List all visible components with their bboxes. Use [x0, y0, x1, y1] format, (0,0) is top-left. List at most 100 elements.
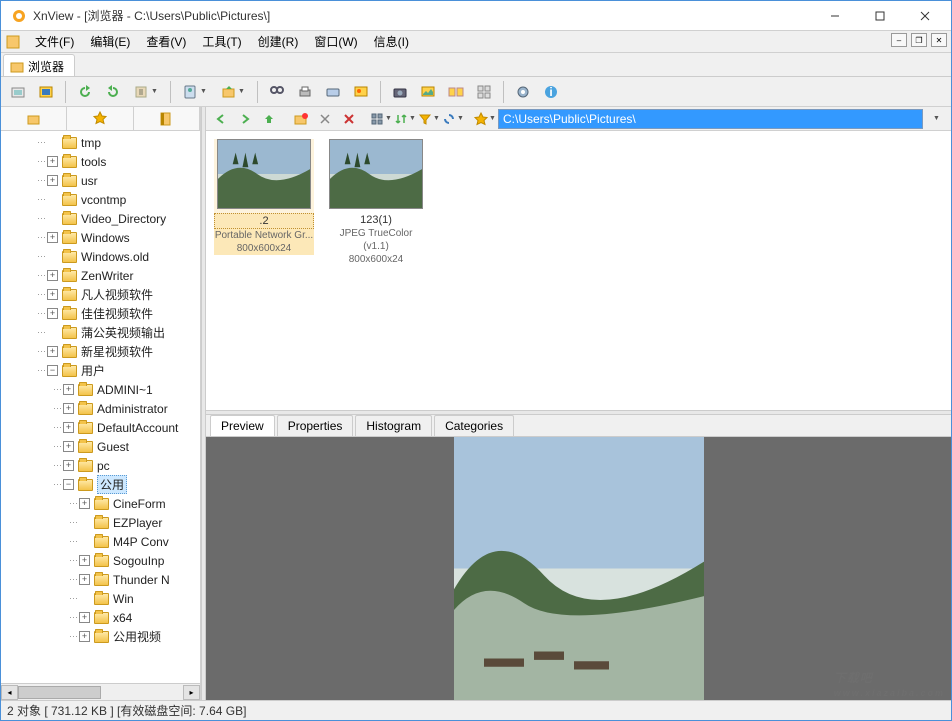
- minimize-button[interactable]: [812, 2, 857, 30]
- export-button[interactable]: ▼: [215, 79, 251, 105]
- tree-item[interactable]: ⋯+CineForm: [1, 494, 200, 513]
- tree-item[interactable]: ⋯+ADMINI~1: [1, 380, 200, 399]
- tree-item[interactable]: ⋯+ZenWriter: [1, 266, 200, 285]
- sidebar-tab-favorites[interactable]: [67, 107, 133, 130]
- tree-item[interactable]: ⋯+x64: [1, 608, 200, 627]
- tab-preview[interactable]: Preview: [210, 415, 275, 436]
- mdi-close-button[interactable]: ✕: [931, 33, 947, 47]
- mdi-minimize-button[interactable]: ‒: [891, 33, 907, 47]
- sort-button[interactable]: ▼: [394, 109, 416, 129]
- close-button[interactable]: [902, 2, 947, 30]
- search-button[interactable]: [264, 79, 290, 105]
- tree-item[interactable]: ⋯+SogouInp: [1, 551, 200, 570]
- expand-icon[interactable]: +: [47, 232, 58, 243]
- expand-icon[interactable]: +: [79, 498, 90, 509]
- address-dropdown-button[interactable]: ▼: [925, 109, 947, 129]
- settings-button[interactable]: [510, 79, 536, 105]
- cut-button[interactable]: [314, 109, 336, 129]
- sync-button[interactable]: ▼: [442, 109, 464, 129]
- mdi-restore-button[interactable]: ❐: [911, 33, 927, 47]
- tree-item[interactable]: ⋯−公用: [1, 475, 200, 494]
- tab-histogram[interactable]: Histogram: [355, 415, 432, 436]
- expand-icon[interactable]: +: [47, 308, 58, 319]
- tree-item[interactable]: ⋯vcontmp: [1, 190, 200, 209]
- menu-tools[interactable]: 工具(T): [194, 31, 249, 52]
- expand-icon[interactable]: +: [79, 612, 90, 623]
- sidebar-tab-folders[interactable]: [1, 107, 67, 130]
- tree-item[interactable]: ⋯Windows.old: [1, 247, 200, 266]
- scroll-left-button[interactable]: ◂: [1, 685, 18, 700]
- new-folder-button[interactable]: [290, 109, 312, 129]
- tab-properties[interactable]: Properties: [277, 415, 354, 436]
- fullscreen-button[interactable]: [33, 79, 59, 105]
- menu-window[interactable]: 窗口(W): [306, 31, 365, 52]
- nav-up-button[interactable]: [258, 109, 280, 129]
- open-button[interactable]: [5, 79, 31, 105]
- tree-item[interactable]: ⋯+凡人视频软件: [1, 285, 200, 304]
- compare-button[interactable]: [443, 79, 469, 105]
- filter-button[interactable]: ▼: [418, 109, 440, 129]
- slideshow-button[interactable]: [348, 79, 374, 105]
- folder-tree[interactable]: ⋯tmp⋯+tools⋯+usr⋯vcontmp⋯Video_Directory…: [1, 131, 200, 683]
- collapse-icon[interactable]: −: [63, 479, 74, 490]
- expand-icon[interactable]: +: [63, 460, 74, 471]
- history-button[interactable]: ▼: [128, 79, 164, 105]
- tree-item[interactable]: ⋯+Windows: [1, 228, 200, 247]
- menu-create[interactable]: 创建(R): [250, 31, 307, 52]
- grid-button[interactable]: [471, 79, 497, 105]
- tree-item[interactable]: ⋯+tools: [1, 152, 200, 171]
- tree-item[interactable]: ⋯Video_Directory: [1, 209, 200, 228]
- tree-hscrollbar[interactable]: ◂ ▸: [1, 683, 200, 700]
- menu-view[interactable]: 查看(V): [138, 31, 194, 52]
- expand-icon[interactable]: +: [79, 555, 90, 566]
- info-button[interactable]: i: [538, 79, 564, 105]
- wallpaper-button[interactable]: [415, 79, 441, 105]
- thumbnail-view[interactable]: .2Portable Network Gr...800x600x24123(1)…: [206, 131, 951, 410]
- expand-icon[interactable]: +: [63, 441, 74, 452]
- menu-file[interactable]: 文件(F): [27, 31, 82, 52]
- menu-edit[interactable]: 编辑(E): [82, 31, 138, 52]
- tree-item[interactable]: ⋯+Administrator: [1, 399, 200, 418]
- tree-item[interactable]: ⋯−用户: [1, 361, 200, 380]
- expand-icon[interactable]: +: [63, 403, 74, 414]
- delete-button[interactable]: [338, 109, 360, 129]
- tab-browser[interactable]: 浏览器: [3, 54, 75, 76]
- rotate-button[interactable]: [100, 79, 126, 105]
- scroll-right-button[interactable]: ▸: [183, 685, 200, 700]
- address-input[interactable]: [499, 110, 922, 128]
- tree-item[interactable]: ⋯+新星视频软件: [1, 342, 200, 361]
- expand-icon[interactable]: +: [47, 156, 58, 167]
- tree-item[interactable]: ⋯Win: [1, 589, 200, 608]
- tree-item[interactable]: ⋯tmp: [1, 133, 200, 152]
- print-button[interactable]: [292, 79, 318, 105]
- expand-icon[interactable]: +: [47, 270, 58, 281]
- tree-item[interactable]: ⋯EZPlayer: [1, 513, 200, 532]
- tree-item[interactable]: ⋯+DefaultAccount: [1, 418, 200, 437]
- tree-item[interactable]: ⋯蒲公英视频输出: [1, 323, 200, 342]
- address-bar[interactable]: [498, 109, 923, 129]
- scanner-button[interactable]: [320, 79, 346, 105]
- expand-icon[interactable]: +: [47, 175, 58, 186]
- capture-button[interactable]: [387, 79, 413, 105]
- expand-icon[interactable]: +: [63, 422, 74, 433]
- tree-item[interactable]: ⋯+usr: [1, 171, 200, 190]
- expand-icon[interactable]: +: [47, 289, 58, 300]
- expand-icon[interactable]: +: [79, 574, 90, 585]
- tree-item[interactable]: ⋯M4P Conv: [1, 532, 200, 551]
- tree-item[interactable]: ⋯+Guest: [1, 437, 200, 456]
- expand-icon[interactable]: +: [63, 384, 74, 395]
- thumbnail-item[interactable]: .2Portable Network Gr...800x600x24: [214, 139, 314, 255]
- expand-icon[interactable]: +: [79, 631, 90, 642]
- view-mode-button[interactable]: ▼: [370, 109, 392, 129]
- tree-item[interactable]: ⋯+佳佳视频软件: [1, 304, 200, 323]
- nav-forward-button[interactable]: [234, 109, 256, 129]
- tab-categories[interactable]: Categories: [434, 415, 514, 436]
- favorite-button[interactable]: ▼: [474, 109, 496, 129]
- collapse-icon[interactable]: −: [47, 365, 58, 376]
- tree-item[interactable]: ⋯+pc: [1, 456, 200, 475]
- menu-info[interactable]: 信息(I): [366, 31, 417, 52]
- sidebar-tab-categories[interactable]: [134, 107, 200, 130]
- tree-item[interactable]: ⋯+公用视频: [1, 627, 200, 646]
- maximize-button[interactable]: [857, 2, 902, 30]
- tree-item[interactable]: ⋯+Thunder N: [1, 570, 200, 589]
